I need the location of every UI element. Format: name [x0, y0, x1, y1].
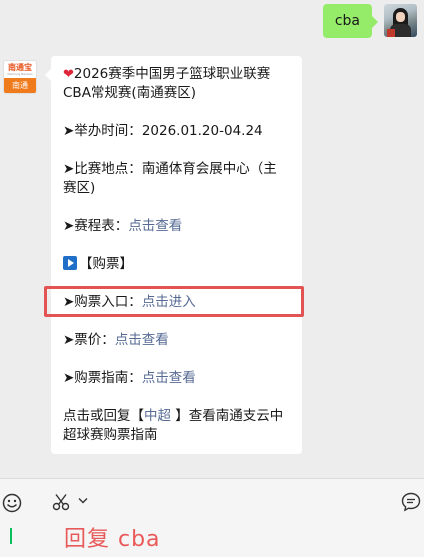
- ticket-section-heading: 【购票】: [63, 255, 289, 274]
- avatar-city-text: 南通: [12, 81, 28, 90]
- avatar-sub-text: Nantong Baobao: [7, 72, 33, 76]
- venue-line1: ➤比赛地点：南通体育会展中心（主: [63, 161, 277, 177]
- footer-line2: 超球赛购票指南: [63, 427, 158, 443]
- message-title-line1: ❤2026赛季中国男子篮球职业联赛: [63, 66, 271, 82]
- guide-link[interactable]: 点击查看: [142, 370, 196, 386]
- guide-row: ➤购票指南：点击查看: [63, 369, 289, 388]
- schedule-row: ➤赛程表：点击查看: [63, 217, 289, 236]
- price-row: ➤票价：点击查看: [63, 331, 289, 350]
- ticket-section-label: 【购票】: [79, 256, 133, 272]
- user-message-row: cba: [322, 4, 417, 38]
- event-time-value: 2026.01.20-04.24: [141, 123, 263, 139]
- venue-line2: 赛区): [63, 180, 96, 196]
- bot-message-bubble: ❤2026赛季中国男子篮球职业联赛 CBA常规赛(南通赛区) ➤举办时间：202…: [45, 56, 302, 454]
- footer-keyword-link[interactable]: 中超: [144, 408, 171, 424]
- event-time-label: ➤举办时间：: [63, 123, 142, 139]
- reply-instruction-text: 回复 cba: [64, 527, 161, 552]
- message-title-line2: CBA常规赛(南通赛区): [63, 85, 196, 101]
- heart-icon: ❤: [63, 67, 74, 82]
- schedule-link[interactable]: 点击查看: [128, 218, 182, 234]
- official-account-avatar[interactable]: 南通宝 Nantong Baobao 南通: [3, 60, 37, 94]
- play-icon: [63, 256, 77, 270]
- footer-line1: 点击或回复【中超 】查看南通支云中: [63, 408, 284, 424]
- input-toolbar: 回复 cba: [0, 479, 424, 557]
- user-avatar[interactable]: [384, 4, 417, 37]
- venue-label: ➤比赛地点：: [63, 161, 142, 177]
- avatar-brand-text: 南通宝: [8, 63, 32, 72]
- user-message-bubble[interactable]: cba: [322, 4, 379, 38]
- price-link[interactable]: 点击查看: [115, 332, 169, 348]
- chevron-down-icon[interactable]: [78, 497, 88, 505]
- emoji-icon[interactable]: [2, 493, 22, 513]
- scissors-icon[interactable]: [52, 493, 70, 511]
- event-time: ➤举办时间：2026.01.20-04.24: [63, 122, 289, 141]
- price-label: ➤票价：: [63, 332, 115, 348]
- guide-label: ➤购票指南：: [63, 370, 142, 386]
- chat-bubble-icon[interactable]: [401, 492, 421, 512]
- schedule-label: ➤赛程表：: [63, 218, 129, 234]
- user-message-text: cba: [334, 13, 360, 29]
- ticket-entry-highlight-box: [44, 286, 304, 317]
- text-cursor: [10, 528, 12, 544]
